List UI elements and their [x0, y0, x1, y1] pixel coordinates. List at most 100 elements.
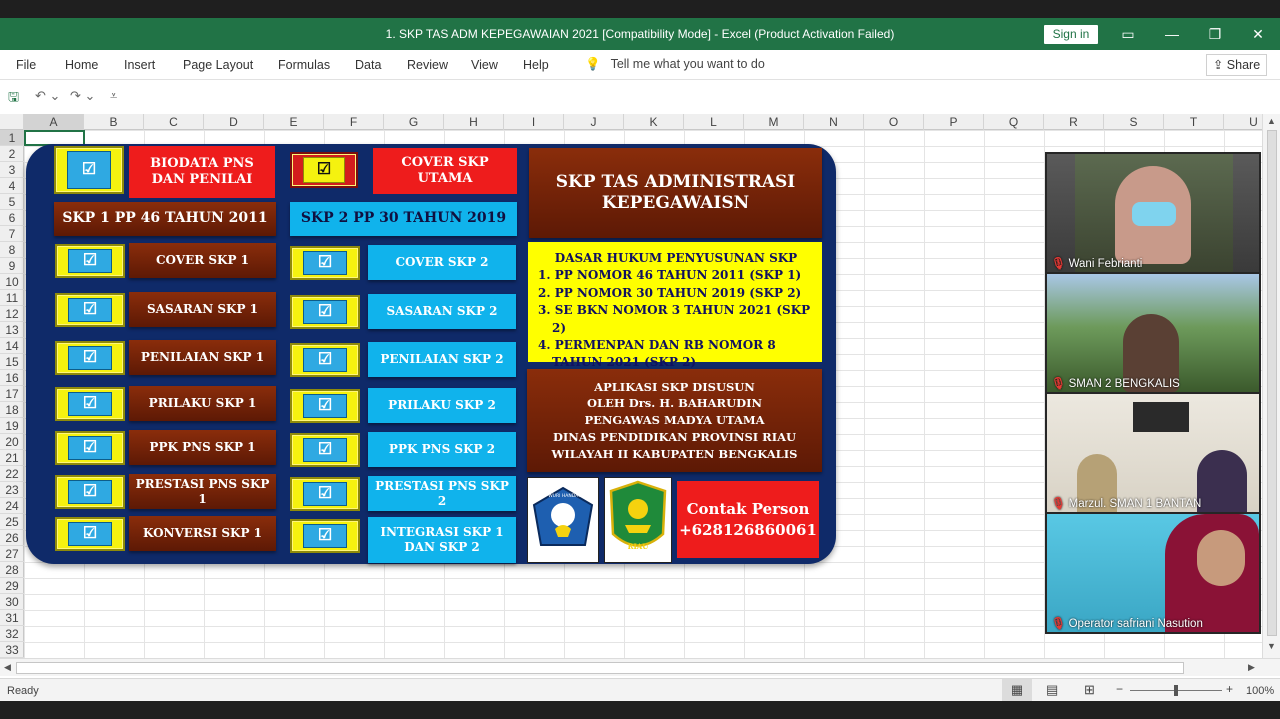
- row-header-2[interactable]: 2: [0, 146, 24, 162]
- tab-file[interactable]: File: [16, 58, 36, 72]
- skp1-item-button[interactable]: SASARAN SKP 1: [129, 292, 276, 327]
- row-header-7[interactable]: 7: [0, 226, 24, 242]
- row-header-15[interactable]: 15: [0, 354, 24, 370]
- participant-tile[interactable]: 🎙 Wani Febrianti: [1047, 154, 1259, 272]
- skp2-item-button[interactable]: PENILAIAN SKP 2: [368, 342, 516, 377]
- row-header-25[interactable]: 25: [0, 514, 24, 530]
- row-header-28[interactable]: 28: [0, 562, 24, 578]
- column-header-f[interactable]: F: [324, 114, 384, 130]
- column-header-q[interactable]: Q: [984, 114, 1044, 130]
- scroll-left-icon[interactable]: ◀: [4, 662, 11, 673]
- participant-tile[interactable]: 🎙 Operator safriani Nasution: [1047, 514, 1259, 632]
- row-header-26[interactable]: 26: [0, 530, 24, 546]
- row-header-5[interactable]: 5: [0, 194, 24, 210]
- page-layout-view-icon[interactable]: ▤: [1046, 682, 1058, 698]
- column-header-i[interactable]: I: [504, 114, 564, 130]
- row-header-4[interactable]: 4: [0, 178, 24, 194]
- tell-me-search[interactable]: 💡 Tell me what you want to do: [585, 57, 765, 72]
- row-header-12[interactable]: 12: [0, 306, 24, 322]
- column-header-n[interactable]: N: [804, 114, 864, 130]
- tab-formulas[interactable]: Formulas: [278, 58, 330, 72]
- column-header-e[interactable]: E: [264, 114, 324, 130]
- column-header-s[interactable]: S: [1104, 114, 1164, 130]
- redo-icon[interactable]: ↷ ⌄: [70, 88, 95, 104]
- restore-icon[interactable]: ❐: [1205, 24, 1225, 44]
- skp2-item-button[interactable]: PPK PNS SKP 2: [368, 432, 516, 467]
- zoom-level[interactable]: 100%: [1246, 685, 1274, 697]
- row-header-29[interactable]: 29: [0, 578, 24, 594]
- checkbox-skp2-item[interactable]: ☑: [290, 295, 360, 329]
- skp2-item-button[interactable]: COVER SKP 2: [368, 245, 516, 280]
- row-header-1[interactable]: 1: [0, 130, 24, 146]
- save-icon[interactable]: 🖫: [8, 88, 19, 110]
- column-header-o[interactable]: O: [864, 114, 924, 130]
- vertical-scrollbar[interactable]: ▲ ▼: [1262, 114, 1280, 658]
- normal-view-icon[interactable]: ▦: [1002, 679, 1032, 701]
- row-header-10[interactable]: 10: [0, 274, 24, 290]
- checkbox-skp2-item[interactable]: ☑: [290, 433, 360, 467]
- tab-review[interactable]: Review: [407, 58, 448, 72]
- share-button[interactable]: ⇪ Share: [1206, 54, 1267, 76]
- scroll-right-icon[interactable]: ▶: [1248, 662, 1255, 673]
- skp1-item-button[interactable]: PRESTASI PNS SKP 1: [129, 474, 276, 509]
- participant-tile[interactable]: 🎙 Marzul. SMAN 1 BANTAN: [1047, 394, 1259, 512]
- skp2-item-button[interactable]: PRILAKU SKP 2: [368, 388, 516, 423]
- column-header-a[interactable]: A: [24, 114, 84, 130]
- column-header-p[interactable]: P: [924, 114, 984, 130]
- customize-toolbar-icon[interactable]: ⩡: [110, 88, 117, 104]
- horizontal-scrollbar[interactable]: ◀ ▶: [0, 658, 1280, 676]
- column-header-k[interactable]: K: [624, 114, 684, 130]
- skp1-item-button[interactable]: PPK PNS SKP 1: [129, 430, 276, 465]
- skp2-item-button[interactable]: PRESTASI PNS SKP 2: [368, 476, 516, 511]
- page-break-view-icon[interactable]: ⊞: [1084, 682, 1095, 698]
- row-header-16[interactable]: 16: [0, 370, 24, 386]
- row-header-33[interactable]: 33: [0, 642, 24, 658]
- checkbox-skp1-item[interactable]: ☑: [55, 341, 125, 375]
- skp1-item-button[interactable]: PENILAIAN SKP 1: [129, 340, 276, 375]
- close-icon[interactable]: ✕: [1248, 24, 1268, 44]
- tab-page-layout[interactable]: Page Layout: [183, 58, 253, 72]
- tab-data[interactable]: Data: [355, 58, 381, 72]
- horizontal-scroll-thumb[interactable]: [16, 662, 1184, 674]
- row-header-8[interactable]: 8: [0, 242, 24, 258]
- minimize-icon[interactable]: —: [1162, 24, 1182, 44]
- cover-utama-button[interactable]: COVER SKP UTAMA: [373, 148, 517, 194]
- row-header-27[interactable]: 27: [0, 546, 24, 562]
- row-header-11[interactable]: 11: [0, 290, 24, 306]
- row-header-13[interactable]: 13: [0, 322, 24, 338]
- checkbox-skp2-item[interactable]: ☑: [290, 519, 360, 553]
- row-header-6[interactable]: 6: [0, 210, 24, 226]
- skp1-item-button[interactable]: PRILAKU SKP 1: [129, 386, 276, 421]
- row-header-30[interactable]: 30: [0, 594, 24, 610]
- ribbon-display-icon[interactable]: ▭: [1118, 24, 1138, 44]
- row-header-17[interactable]: 17: [0, 386, 24, 402]
- checkbox-skp1-item[interactable]: ☑: [55, 244, 125, 278]
- row-header-14[interactable]: 14: [0, 338, 24, 354]
- row-header-9[interactable]: 9: [0, 258, 24, 274]
- checkbox-skp2-item[interactable]: ☑: [290, 246, 360, 280]
- checkbox-skp1-item[interactable]: ☑: [55, 475, 125, 509]
- row-header-18[interactable]: 18: [0, 402, 24, 418]
- column-header-m[interactable]: M: [744, 114, 804, 130]
- column-header-b[interactable]: B: [84, 114, 144, 130]
- row-header-24[interactable]: 24: [0, 498, 24, 514]
- zoom-out-icon[interactable]: −: [1116, 682, 1123, 696]
- tab-view[interactable]: View: [471, 58, 498, 72]
- skp1-item-button[interactable]: COVER SKP 1: [129, 243, 276, 278]
- scroll-down-icon[interactable]: ▼: [1267, 641, 1276, 651]
- zoom-slider-thumb[interactable]: [1174, 685, 1178, 696]
- skp1-item-button[interactable]: KONVERSI SKP 1: [129, 516, 276, 551]
- column-header-j[interactable]: J: [564, 114, 624, 130]
- row-header-3[interactable]: 3: [0, 162, 24, 178]
- select-all-corner[interactable]: [0, 114, 24, 130]
- undo-icon[interactable]: ↶ ⌄: [35, 88, 60, 104]
- column-header-l[interactable]: L: [684, 114, 744, 130]
- scroll-up-icon[interactable]: ▲: [1267, 116, 1276, 126]
- biodata-button[interactable]: BIODATA PNS DAN PENILAI: [129, 146, 275, 198]
- skp2-item-button[interactable]: SASARAN SKP 2: [368, 294, 516, 329]
- tab-home[interactable]: Home: [65, 58, 98, 72]
- checkbox-skp1-item[interactable]: ☑: [55, 293, 125, 327]
- checkbox-skp1-item[interactable]: ☑: [55, 387, 125, 421]
- column-header-d[interactable]: D: [204, 114, 264, 130]
- column-header-c[interactable]: C: [144, 114, 204, 130]
